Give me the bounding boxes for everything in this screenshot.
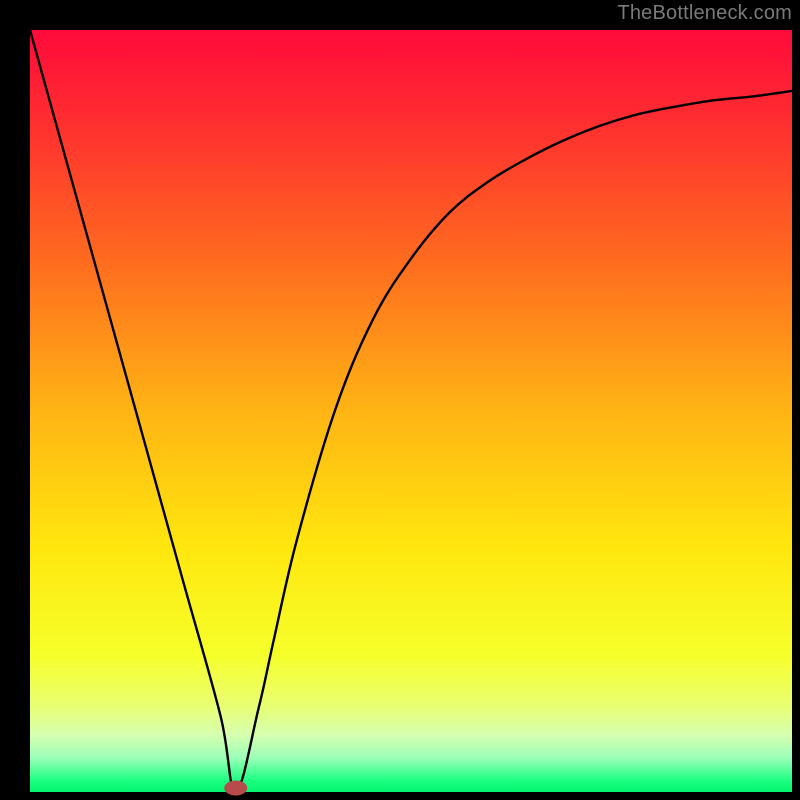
plot-background bbox=[30, 30, 792, 792]
optimal-point-marker bbox=[225, 781, 247, 795]
chart-frame: TheBottleneck.com bbox=[0, 0, 800, 800]
watermark-text: TheBottleneck.com bbox=[617, 2, 792, 25]
bottleneck-chart bbox=[0, 0, 800, 800]
